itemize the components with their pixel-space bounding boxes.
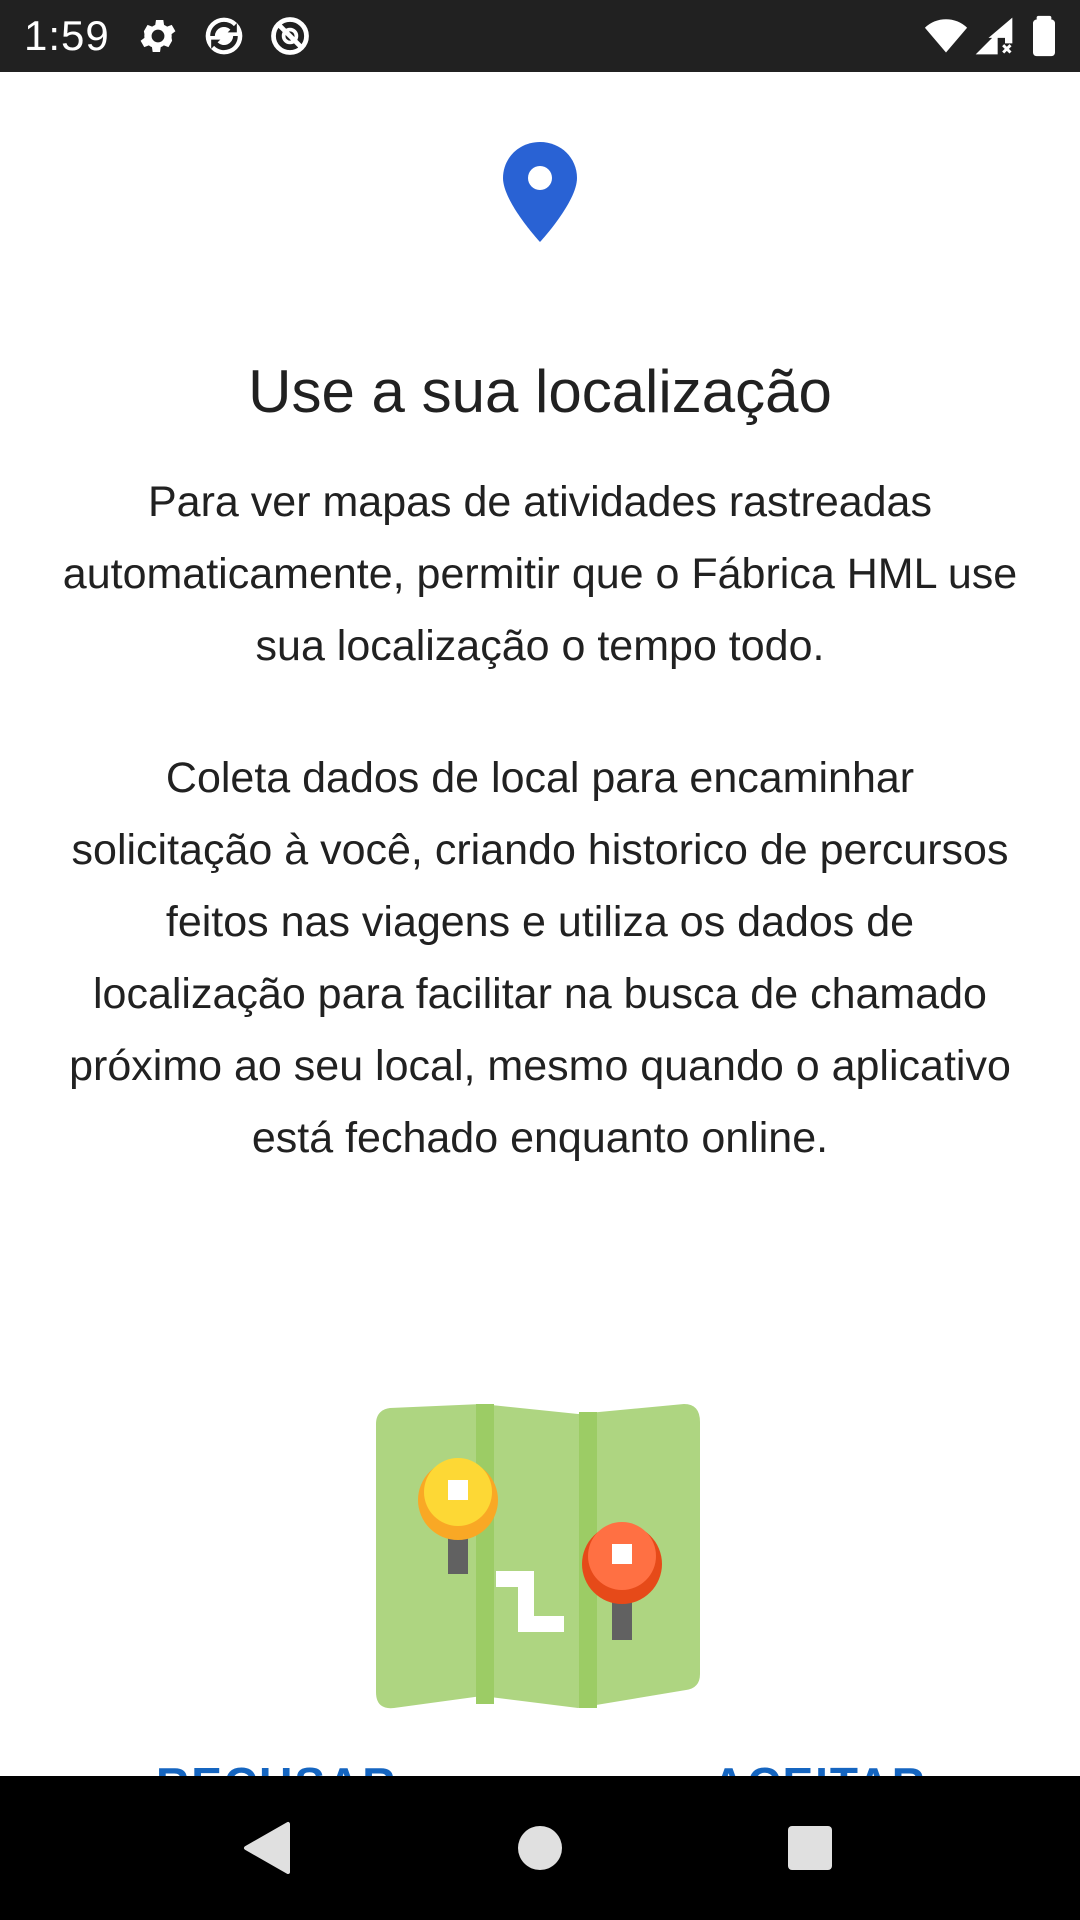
gear-icon [136,14,180,58]
status-time: 1:59 [24,12,110,59]
home-icon[interactable] [508,1816,572,1880]
back-icon[interactable] [236,1816,300,1880]
folded-map-icon [376,1404,704,1714]
page-title: Use a sua localização [248,358,832,425]
data-usage-paragraph: Coleta dados de local para encaminhar so… [69,754,1011,1162]
recents-icon[interactable] [778,1816,842,1880]
description-paragraph: Para ver mapas de atividades rastreadas … [62,478,1018,670]
screen: 1:59 Use a sua localização Para ver mapa… [0,0,1080,1920]
signal-icon [972,14,1016,58]
wifi-icon [924,14,968,58]
location-pin-icon [500,140,580,244]
navigation-bar [0,1776,1080,1920]
sync-icon [202,14,246,58]
battery-icon [1022,14,1066,58]
status-bar: 1:59 [0,0,1080,72]
do-not-disturb-icon [268,14,312,58]
